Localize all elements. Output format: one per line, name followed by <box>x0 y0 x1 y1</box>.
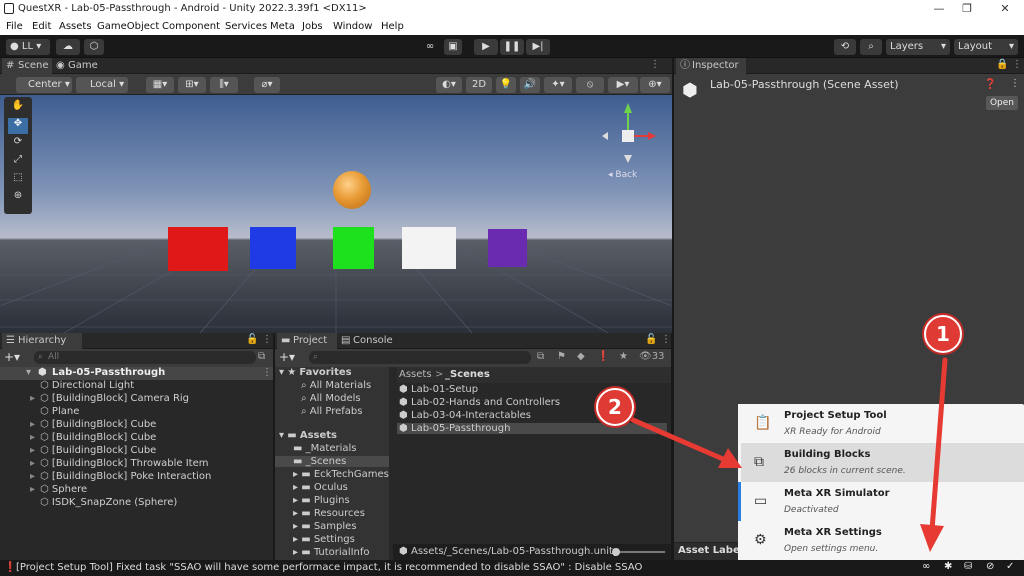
info-icon: ❗ <box>4 562 17 573</box>
annotation-badge-1: 1 <box>924 315 962 353</box>
status-message[interactable]: [Project Setup Tool] Fixed task "SSAO wi… <box>16 562 642 573</box>
database-icon[interactable]: ⛁ <box>964 561 972 572</box>
annotation-badge-2: 2 <box>596 388 634 426</box>
annotation-arrows <box>630 357 948 552</box>
status-bar: ❗ [Project Setup Tool] Fixed task "SSAO … <box>0 560 1024 576</box>
debug-icon[interactable]: ⊘ <box>986 561 994 572</box>
meta-icon[interactable]: ∞ <box>922 561 930 572</box>
check-icon[interactable]: ✓ <box>1006 561 1014 572</box>
bug-icon[interactable]: ✱ <box>944 561 952 572</box>
